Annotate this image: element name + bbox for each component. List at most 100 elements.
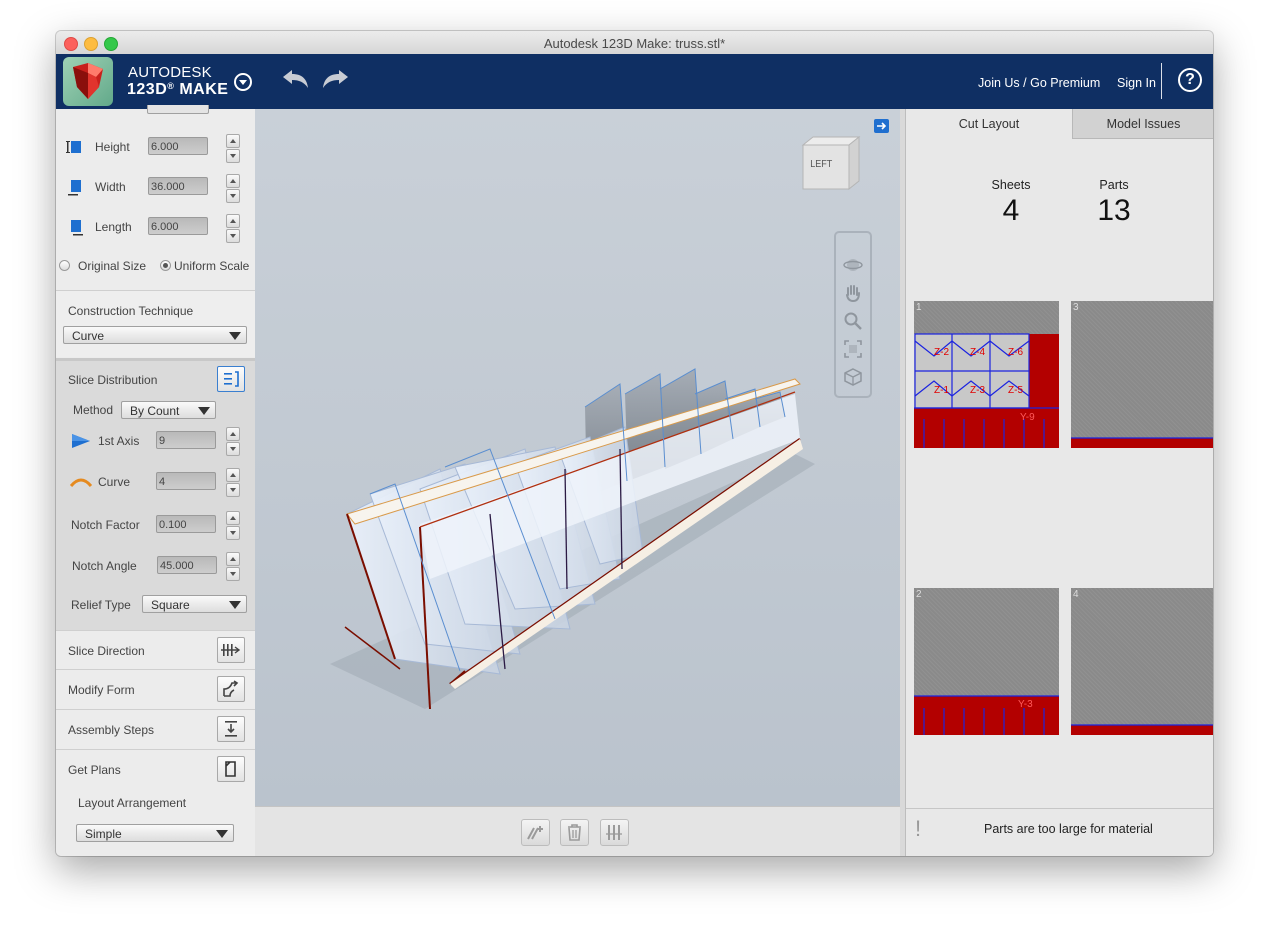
sheet-thumbnail[interactable]: 3 [1071, 301, 1213, 448]
slice-tool-button[interactable] [600, 819, 629, 846]
construction-dropdown[interactable]: Curve [63, 326, 247, 344]
tab-model-issues[interactable]: Model Issues [1072, 109, 1213, 139]
document-icon [225, 761, 236, 777]
parts-count: 13 [1097, 194, 1131, 227]
modify-form-label: Modify Form [68, 683, 135, 697]
construction-section: Construction Technique Curve [56, 290, 255, 357]
notch-factor-field[interactable]: 0.100 [156, 515, 216, 533]
part-label: Z-6 [1008, 347, 1023, 358]
assembly-steps-section[interactable]: Assembly Steps [56, 709, 255, 749]
scrolled-button[interactable] [147, 105, 209, 114]
notch-angle-down-arrow-icon[interactable] [226, 567, 240, 581]
curve-down-arrow-icon[interactable] [226, 483, 240, 497]
height-icon [66, 141, 81, 153]
curve-stepper[interactable] [226, 468, 240, 497]
notch-angle-field[interactable]: 45.000 [157, 556, 217, 574]
orbit-icon[interactable] [843, 255, 863, 275]
assembly-steps-button[interactable] [217, 716, 245, 742]
sheets-label: Sheets [991, 178, 1031, 192]
height-up-arrow-icon[interactable] [226, 134, 240, 148]
slice-distribution-button[interactable] [217, 366, 245, 392]
notch-angle-label: Notch Angle [72, 559, 137, 573]
length-stepper[interactable] [226, 214, 240, 243]
relief-type-dropdown[interactable]: Square [142, 595, 247, 613]
first-axis-stepper[interactable] [226, 427, 240, 456]
undo-icon[interactable] [280, 67, 310, 93]
notch-angle-up-arrow-icon[interactable] [226, 552, 240, 566]
app-menu-dropdown-icon[interactable] [234, 73, 252, 91]
notch-factor-stepper[interactable] [226, 511, 240, 540]
truss-model[interactable] [255, 109, 900, 806]
relief-type-label: Relief Type [71, 598, 131, 612]
brand-autodesk: AUTODESK [128, 64, 212, 81]
redo-icon[interactable] [321, 67, 351, 93]
sheet-parts [1071, 437, 1213, 448]
slice-distribution-icon [224, 371, 239, 387]
modify-form-button[interactable] [217, 676, 245, 702]
height-stepper[interactable] [226, 134, 240, 163]
get-plans-button[interactable] [217, 756, 245, 782]
help-icon[interactable]: ? [1178, 68, 1202, 92]
height-field[interactable]: 6.000 [148, 137, 208, 155]
add-slice-button[interactable] [521, 819, 550, 846]
pan-hand-icon[interactable] [843, 283, 863, 303]
fit-view-icon[interactable] [843, 339, 863, 359]
part-label: Y-3 [1018, 699, 1033, 710]
layout-arrangement-dropdown[interactable]: Simple [76, 824, 234, 842]
width-stepper[interactable] [226, 174, 240, 203]
method-dropdown[interactable]: By Count [121, 401, 216, 419]
title-bar: Autodesk 123D Make: truss.stl* [56, 31, 1213, 55]
curve-label: Curve [98, 475, 131, 489]
delete-button[interactable] [560, 819, 589, 846]
sheet-parts [914, 333, 1059, 448]
notch-factor-down-arrow-icon[interactable] [226, 526, 240, 540]
tab-cut-layout[interactable]: Cut Layout [906, 109, 1072, 139]
brand-123d: 123D [127, 81, 168, 98]
view-cube[interactable]: LEFT [801, 135, 861, 191]
first-axis-up-arrow-icon[interactable] [226, 427, 240, 441]
height-down-arrow-icon[interactable] [226, 149, 240, 163]
width-up-arrow-icon[interactable] [226, 174, 240, 188]
length-icon [71, 220, 83, 236]
length-down-arrow-icon[interactable] [226, 229, 240, 243]
curve-up-arrow-icon[interactable] [226, 468, 240, 482]
length-label: Length [95, 220, 132, 234]
uniform-scale-label: Uniform Scale [174, 259, 250, 273]
slice-direction-section[interactable]: Slice Direction [56, 630, 255, 669]
notch-angle-stepper[interactable] [226, 552, 240, 581]
notch-factor-up-arrow-icon[interactable] [226, 511, 240, 525]
join-premium-link[interactable]: Join Us / Go Premium [978, 76, 1100, 90]
status-message: Parts are too large for material [984, 822, 1153, 836]
sign-in-link[interactable]: Sign In [1117, 76, 1156, 90]
slice-direction-button[interactable] [217, 637, 245, 663]
length-up-arrow-icon[interactable] [226, 214, 240, 228]
width-down-arrow-icon[interactable] [226, 189, 240, 203]
curve-field[interactable]: 4 [156, 472, 216, 490]
view-cube-face-label: LEFT [810, 159, 833, 170]
modify-form-section[interactable]: Modify Form [56, 669, 255, 709]
sheet-thumbnail[interactable]: 1 Z-2 Z-4 Z-6 Z-1 Z-3 Z-5 Y-9 [914, 301, 1059, 448]
first-axis-field[interactable]: 9 [156, 431, 216, 449]
sheets-count: 4 [1002, 194, 1020, 227]
part-label: Z-4 [970, 347, 985, 358]
get-plans-section: Get Plans Layout Arrangement Simple [56, 749, 255, 856]
uniform-scale-radio[interactable] [160, 260, 171, 271]
original-size-radio[interactable] [59, 260, 70, 271]
width-field[interactable]: 36.000 [148, 177, 208, 195]
first-axis-down-arrow-icon[interactable] [226, 442, 240, 456]
window-title: Autodesk 123D Make: truss.stl* [543, 36, 726, 51]
sheet-thumbnail[interactable]: 2 Y-3 [914, 588, 1059, 735]
part-label: Z-1 [934, 385, 949, 396]
brand-make: MAKE [179, 81, 229, 98]
part-label: Z-3 [970, 385, 985, 396]
app-logo[interactable] [63, 57, 113, 106]
home-view-icon[interactable] [843, 367, 863, 387]
add-slice-icon [527, 826, 543, 840]
length-field[interactable]: 6.000 [148, 217, 208, 235]
part-label: Z-2 [934, 347, 949, 358]
curve-icon [70, 478, 92, 488]
3d-viewport[interactable]: LEFT [255, 109, 900, 856]
zoom-icon[interactable] [843, 311, 863, 331]
expand-panel-arrow-icon[interactable] [874, 119, 889, 133]
sheet-thumbnail[interactable]: 4 [1071, 588, 1213, 735]
